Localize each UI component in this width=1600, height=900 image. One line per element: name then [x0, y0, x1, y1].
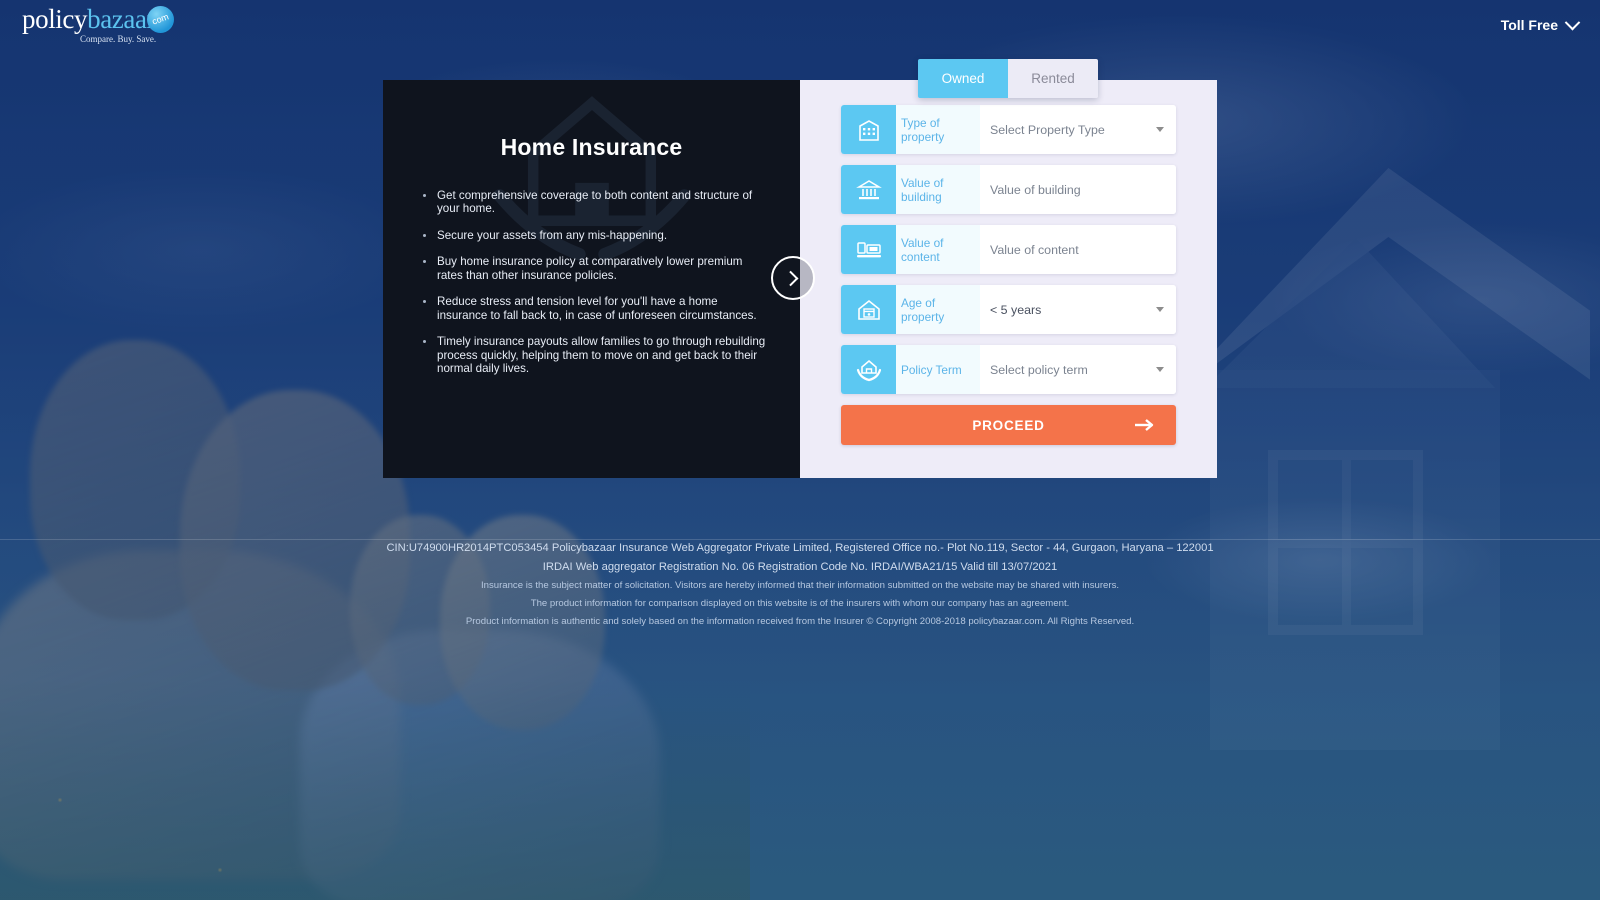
- quote-form: Type of property Select Property Type Va…: [800, 80, 1217, 478]
- form-row-value-of-content[interactable]: Value of content Value of content: [841, 225, 1176, 274]
- value-value-of-building: Value of building: [990, 182, 1081, 197]
- logo-com-badge-icon: com: [147, 6, 175, 33]
- policybazaar-logo[interactable]: policy bazaar com Compare. Buy. Save.: [22, 4, 175, 44]
- list-item: Reduce stress and tension level for you'…: [423, 295, 766, 322]
- value-age-of-property: < 5 years: [990, 302, 1042, 317]
- hands-holding-house-icon: [841, 345, 896, 394]
- house-calendar-icon: [841, 285, 896, 334]
- select-policy-term[interactable]: Select policy term: [980, 345, 1176, 394]
- chevron-down-icon: [1564, 14, 1581, 30]
- bank-building-icon: [841, 165, 896, 214]
- value-value-of-content: Value of content: [990, 242, 1079, 257]
- arrow-right-icon: [1134, 418, 1154, 432]
- logo-tagline: Compare. Buy. Save.: [80, 34, 157, 44]
- form-row-type-of-property[interactable]: Type of property Select Property Type: [841, 105, 1176, 154]
- label-policy-term: Policy Term: [896, 345, 980, 394]
- apartment-building-icon: [841, 105, 896, 154]
- select-type-of-property[interactable]: Select Property Type: [980, 105, 1176, 154]
- site-header: policy bazaar com Compare. Buy. Save. To…: [0, 0, 1600, 50]
- page-title: Home Insurance: [500, 134, 683, 160]
- site-footer: CIN:U74900HR2014PTC053454 Policybazaar I…: [0, 542, 1600, 634]
- input-value-of-content[interactable]: Value of content: [980, 225, 1176, 274]
- tab-rented[interactable]: Rented: [1008, 59, 1098, 98]
- footer-copyright: Product information is authentic and sol…: [465, 616, 1135, 627]
- logo-text-bazaar: bazaar: [87, 4, 156, 34]
- footer-cin-line: CIN:U74900HR2014PTC053454 Policybazaar I…: [386, 542, 1214, 554]
- chevron-down-icon: [1156, 127, 1164, 132]
- tab-owned[interactable]: Owned: [918, 59, 1008, 98]
- chevron-right-icon: [782, 270, 798, 286]
- footer-disclaimer-solicitation: Insurance is the subject matter of solic…: [480, 580, 1120, 591]
- footer-irdai-line: IRDAI Web aggregator Registration No. 06…: [542, 561, 1058, 573]
- value-type-of-property: Select Property Type: [990, 122, 1105, 137]
- label-type-of-property: Type of property: [896, 105, 980, 154]
- form-row-age-of-property[interactable]: Age of property < 5 years: [841, 285, 1176, 334]
- proceed-label: PROCEED: [972, 417, 1045, 433]
- list-item: Timely insurance payouts allow families …: [423, 335, 766, 375]
- value-policy-term: Select policy term: [990, 362, 1088, 377]
- home-contents-icon: [841, 225, 896, 274]
- input-value-of-building[interactable]: Value of building: [980, 165, 1176, 214]
- footer-disclaimer-comparison: The product information for comparison d…: [530, 598, 1070, 609]
- footer-divider: [0, 539, 1600, 540]
- toll-free-menu[interactable]: Toll Free: [1500, 14, 1581, 33]
- chevron-down-icon: [1156, 367, 1164, 372]
- ownership-tabs: Owned Rented: [918, 59, 1098, 98]
- benefits-list: Get comprehensive coverage to both conte…: [423, 189, 766, 375]
- carousel-next-button[interactable]: [771, 256, 815, 300]
- list-item: Get comprehensive coverage to both conte…: [423, 189, 766, 216]
- logo-com-text: com: [150, 11, 171, 27]
- form-row-value-of-building[interactable]: Value of building Value of building: [841, 165, 1176, 214]
- form-row-policy-term[interactable]: Policy Term Select policy term: [841, 345, 1176, 394]
- select-age-of-property[interactable]: < 5 years: [980, 285, 1176, 334]
- label-value-of-building: Value of building: [896, 165, 980, 214]
- label-age-of-property: Age of property: [896, 285, 980, 334]
- list-item: Buy home insurance policy at comparative…: [423, 255, 766, 282]
- chevron-down-icon: [1156, 307, 1164, 312]
- proceed-button[interactable]: PROCEED: [841, 405, 1176, 445]
- info-panel: Home Insurance Get comprehensive coverag…: [383, 80, 800, 478]
- logo-text-policy: policy: [22, 4, 88, 34]
- list-item: Secure your assets from any mis-happenin…: [423, 229, 766, 242]
- label-value-of-content: Value of content: [896, 225, 980, 274]
- toll-free-label: Toll Free: [1500, 17, 1558, 33]
